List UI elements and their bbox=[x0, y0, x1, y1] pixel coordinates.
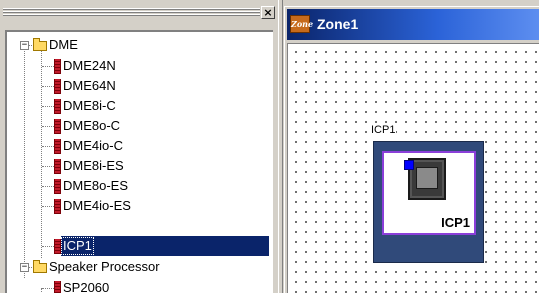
device-icon bbox=[54, 139, 61, 154]
tree-item-label: DME8i-ES bbox=[63, 158, 124, 173]
tree-connector bbox=[42, 246, 54, 247]
tree-connector bbox=[42, 126, 54, 127]
tree-connector bbox=[41, 48, 42, 258]
tree-connector bbox=[42, 66, 54, 67]
tree-item-dme8i-c[interactable]: DME8i-C bbox=[61, 96, 118, 116]
tree-item-label: DME8i-C bbox=[63, 98, 116, 113]
tree-item-label: SP2060 bbox=[63, 280, 110, 293]
pane-splitter[interactable] bbox=[278, 0, 283, 293]
collapse-speaker-processor-toggle[interactable]: − bbox=[20, 263, 29, 272]
device-icon bbox=[54, 179, 61, 194]
library-pane: × − DME DME24N DME64N DME8i-C DME8o-C DM… bbox=[0, 0, 278, 293]
tree-connector bbox=[42, 86, 54, 87]
tree-connector bbox=[42, 106, 54, 107]
tree-item-label: DME4io-ES bbox=[63, 198, 131, 213]
tree-item-label: DME64N bbox=[63, 78, 116, 93]
tree-item-speaker-processor[interactable]: Speaker Processor bbox=[47, 257, 162, 277]
tree-connector bbox=[42, 288, 54, 289]
tree-item-dme64n[interactable]: DME64N bbox=[61, 76, 118, 96]
output-port[interactable] bbox=[404, 160, 414, 170]
folder-icon bbox=[33, 38, 47, 51]
icp-screen bbox=[416, 167, 438, 189]
tree-item-icp1[interactable]: ICP1 bbox=[61, 236, 269, 256]
tree-item-dme[interactable]: DME bbox=[47, 35, 80, 55]
component-name: ICP1 bbox=[441, 215, 470, 230]
tree-item-dme4io-es[interactable]: DME4io-ES bbox=[61, 196, 133, 216]
zone-canvas[interactable]: ICP1 ICP1 bbox=[287, 43, 539, 293]
tree-item-dme8o-c[interactable]: DME8o-C bbox=[61, 116, 122, 136]
tree-connector bbox=[42, 146, 54, 147]
device-icon bbox=[54, 119, 61, 134]
zone-icon: Zone bbox=[290, 15, 313, 33]
close-pane-button[interactable]: × bbox=[261, 6, 275, 19]
component-label[interactable]: ICP1 bbox=[370, 124, 397, 136]
tree-connector bbox=[42, 186, 54, 187]
tree-item-label: DME8o-ES bbox=[63, 178, 129, 193]
zone-titlebar[interactable]: Zone Zone1 bbox=[287, 9, 539, 40]
tree-item-label: DME24N bbox=[63, 58, 116, 73]
tree-item-sp2060[interactable]: SP2060 bbox=[61, 278, 111, 293]
folder-icon bbox=[33, 260, 47, 273]
device-icon bbox=[54, 59, 61, 74]
tree-item-dme24n[interactable]: DME24N bbox=[61, 56, 118, 76]
device-icon bbox=[54, 239, 61, 254]
zone-window: Zone Zone1 ICP1 ICP1 bbox=[284, 6, 539, 293]
device-icon bbox=[54, 159, 61, 174]
pane-grip-bar[interactable] bbox=[3, 6, 260, 21]
tree-connector bbox=[42, 166, 54, 167]
tree-item-label: Speaker Processor bbox=[49, 259, 160, 274]
device-icon bbox=[54, 281, 61, 293]
component-tree[interactable]: − DME DME24N DME64N DME8i-C DME8o-C DME4… bbox=[5, 30, 273, 293]
tree-item-dme4io-c[interactable]: DME4io-C bbox=[61, 136, 125, 156]
tree-item-dme8o-es[interactable]: DME8o-ES bbox=[61, 176, 130, 196]
tree-item-label: DME bbox=[49, 37, 78, 52]
tree-item-label: ICP1 bbox=[61, 237, 94, 255]
device-icon bbox=[54, 79, 61, 94]
icp1-component[interactable]: ICP1 bbox=[373, 141, 484, 263]
component-face: ICP1 bbox=[382, 151, 476, 235]
tree-connector bbox=[24, 48, 25, 278]
zone-title: Zone1 bbox=[317, 16, 359, 32]
tree-item-label: DME4io-C bbox=[63, 138, 123, 153]
tree-item-label: DME8o-C bbox=[63, 118, 121, 133]
tree-connector bbox=[42, 206, 54, 207]
tree-item-dme8i-es[interactable]: DME8i-ES bbox=[61, 156, 126, 176]
device-icon bbox=[54, 99, 61, 114]
collapse-dme-toggle[interactable]: − bbox=[20, 41, 29, 50]
device-icon bbox=[54, 199, 61, 214]
